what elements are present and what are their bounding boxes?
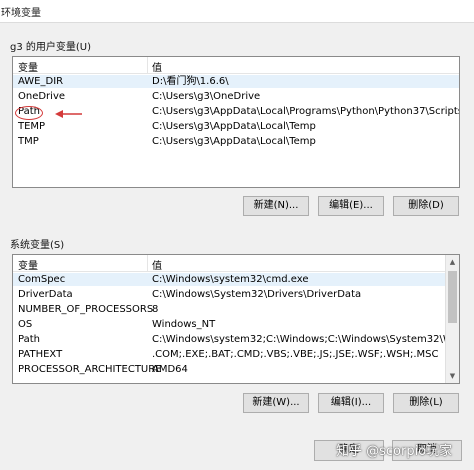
user-vars-header: 变量 值 <box>13 57 459 74</box>
sys-new-button[interactable]: 新建(W)... <box>243 393 309 413</box>
row-value: C:\Windows\System32\Drivers\DriverData <box>152 289 362 300</box>
sys-vars-header: 变量 值 <box>13 255 459 272</box>
row-name: PROCESSOR_ARCHITECTURE <box>18 364 162 375</box>
table-row[interactable]: TMP C:\Users\g3\AppData\Local\Temp <box>13 135 459 148</box>
column-header-variable[interactable]: 变量 <box>18 59 38 74</box>
user-vars-label: g3 的用户变量(U) <box>10 42 92 53</box>
scroll-down-icon[interactable]: ▼ <box>446 369 459 383</box>
row-value: Windows_NT <box>152 319 216 330</box>
user-edit-button[interactable]: 编辑(E)... <box>318 196 384 216</box>
table-row[interactable]: AWE_DIR D:\看门狗\1.6.6\ <box>13 75 459 88</box>
sys-vars-scrollbar[interactable]: ▲ ▼ <box>445 255 459 383</box>
row-value: C:\Windows\system32\cmd.exe <box>152 274 309 285</box>
sys-edit-button[interactable]: 编辑(I)... <box>318 393 384 413</box>
table-row[interactable]: TEMP C:\Users\g3\AppData\Local\Temp <box>13 120 459 133</box>
user-new-button[interactable]: 新建(N)... <box>243 196 309 216</box>
column-header-variable[interactable]: 变量 <box>18 257 38 272</box>
user-vars-list[interactable]: 变量 值 AWE_DIR D:\看门狗\1.6.6\ OneDrive C:\U… <box>12 56 460 188</box>
table-row[interactable]: DriverData C:\Windows\System32\Drivers\D… <box>13 288 459 301</box>
row-value: 8 <box>152 304 159 315</box>
row-value: D:\看门狗\1.6.6\ <box>152 76 229 87</box>
scroll-thumb[interactable] <box>448 271 457 323</box>
row-name: TMP <box>18 136 39 147</box>
row-name: NUMBER_OF_PROCESSORS <box>18 304 154 315</box>
column-header-value[interactable]: 值 <box>152 59 162 74</box>
table-row[interactable]: PATHEXT .COM;.EXE;.BAT;.CMD;.VBS;.VBE;.J… <box>13 348 459 361</box>
row-value: .COM;.EXE;.BAT;.CMD;.VBS;.VBE;.JS;.JSE;.… <box>152 349 439 360</box>
row-name: AWE_DIR <box>18 76 64 87</box>
row-value: C:\Users\g3\AppData\Local\Programs\Pytho… <box>152 106 460 117</box>
row-value: C:\Users\g3\AppData\Local\Temp <box>152 136 316 147</box>
sys-delete-button[interactable]: 删除(L) <box>393 393 459 413</box>
watermark: 知乎 @scorpio玩家 <box>336 444 453 459</box>
table-row[interactable]: ComSpec C:\Windows\system32\cmd.exe <box>13 273 459 286</box>
table-row[interactable]: OS Windows_NT <box>13 318 459 331</box>
column-separator[interactable] <box>147 255 148 271</box>
annotation-circle <box>15 106 43 120</box>
scroll-up-icon[interactable]: ▲ <box>446 255 459 269</box>
sys-vars-list[interactable]: 变量 值 ComSpec C:\Windows\system32\cmd.exe… <box>12 254 460 384</box>
table-row[interactable]: Path C:\Windows\system32;C:\Windows;C:\W… <box>13 333 459 346</box>
column-header-value[interactable]: 值 <box>152 257 162 272</box>
row-name: ComSpec <box>18 274 66 285</box>
window-title: 环境变量 <box>1 8 41 19</box>
row-name: OS <box>18 319 33 330</box>
row-value: AMD64 <box>152 364 188 375</box>
row-name: OneDrive <box>18 91 66 102</box>
row-value: C:\Users\g3\AppData\Local\Temp <box>152 121 316 132</box>
sys-vars-label: 系统变量(S) <box>10 240 65 251</box>
user-delete-button[interactable]: 删除(D) <box>393 196 459 216</box>
row-name: DriverData <box>18 289 73 300</box>
row-name: Path <box>18 334 40 345</box>
annotation-arrow-icon <box>55 110 82 118</box>
row-value: C:\Windows\system32;C:\Windows;C:\Window… <box>152 334 445 345</box>
row-name: PATHEXT <box>18 349 63 360</box>
column-separator[interactable] <box>147 57 148 73</box>
table-row[interactable]: OneDrive C:\Users\g3\OneDrive <box>13 90 459 103</box>
title-bar: 环境变量 <box>0 0 474 23</box>
table-row[interactable]: NUMBER_OF_PROCESSORS 8 <box>13 303 459 316</box>
row-name: TEMP <box>18 121 46 132</box>
row-value: C:\Users\g3\OneDrive <box>152 91 261 102</box>
table-row[interactable]: PROCESSOR_ARCHITECTURE AMD64 <box>13 363 459 376</box>
